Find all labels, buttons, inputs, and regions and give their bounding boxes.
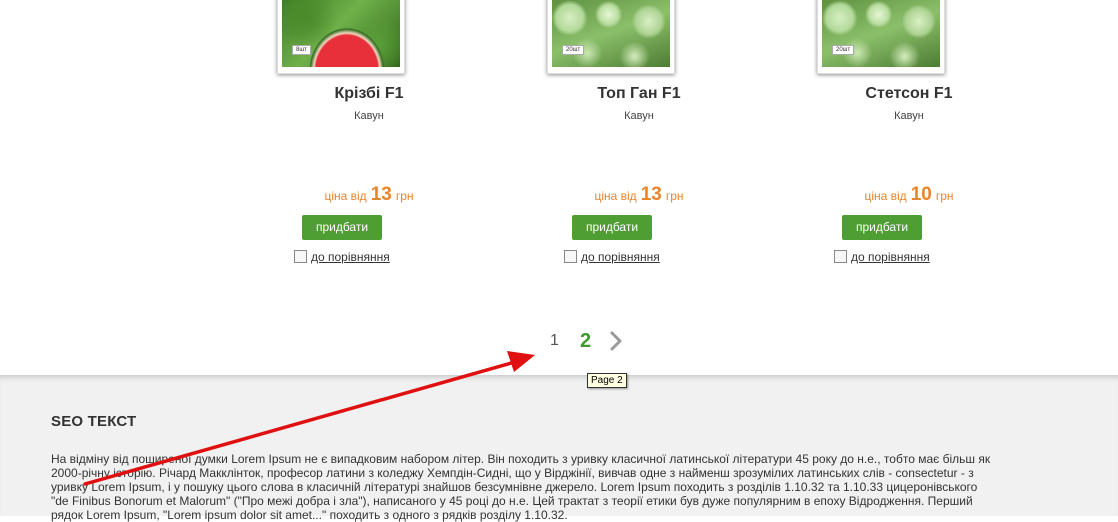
seo-text: На відміну від поширеної думки Lorem Ips…: [51, 452, 991, 522]
buy-button[interactable]: придбати: [842, 215, 922, 240]
product-name[interactable]: Крізбі F1: [234, 85, 504, 103]
price-prefix: ціна від: [324, 189, 367, 203]
compare-link[interactable]: до порівняння: [581, 250, 660, 264]
product-category: Кавун: [894, 110, 924, 122]
pagination: 1 2: [0, 328, 1118, 358]
price-prefix: ціна від: [594, 189, 637, 203]
product-card: 8шт Крізбі F1 Кавун ціна від 13 грн придба…: [234, 0, 504, 270]
page-link-1[interactable]: 1: [550, 332, 559, 350]
product-card: 20шт Топ Ган F1 Кавун ціна від 13 грн прид…: [504, 0, 774, 270]
compare-link[interactable]: до порівняння: [851, 250, 930, 264]
compare-toggle[interactable]: до порівняння: [294, 250, 390, 264]
compare-checkbox[interactable]: [294, 250, 307, 263]
pack-label: 20шт: [562, 45, 585, 55]
product-image[interactable]: 20шт: [547, 0, 675, 74]
pack-label: 8шт: [292, 45, 311, 55]
seo-section: SEO ТЕКСТ На відміну від поширеної думки…: [0, 375, 1118, 522]
compare-toggle[interactable]: до порівняння: [564, 250, 660, 264]
pack-label: 20шт: [832, 45, 855, 55]
price-currency: грн: [665, 189, 684, 203]
chevron-right-icon[interactable]: [607, 329, 627, 353]
price-value: 10: [910, 184, 932, 205]
product-image[interactable]: 20шт: [817, 0, 945, 74]
product-name[interactable]: Стетсон F1: [774, 85, 1044, 103]
product-category: Кавун: [354, 110, 384, 122]
price-value: 13: [370, 184, 392, 205]
seo-title: SEO ТЕКСТ: [51, 413, 137, 430]
cabbage-photo: 20шт: [822, 0, 940, 67]
product-name[interactable]: Топ Ган F1: [504, 85, 774, 103]
compare-toggle[interactable]: до порівняння: [834, 250, 930, 264]
product-price: ціна від 13 грн: [234, 184, 504, 206]
cabbage-photo: 20шт: [552, 0, 670, 67]
compare-link[interactable]: до порівняння: [311, 250, 390, 264]
price-currency: грн: [395, 189, 414, 203]
product-price: ціна від 13 грн: [504, 184, 774, 206]
watermelon-photo: 8шт: [282, 0, 400, 67]
buy-button[interactable]: придбати: [302, 215, 382, 240]
buy-button[interactable]: придбати: [572, 215, 652, 240]
page-tooltip: Page 2: [587, 373, 627, 388]
compare-checkbox[interactable]: [564, 250, 577, 263]
price-prefix: ціна від: [864, 189, 907, 203]
price-value: 13: [640, 184, 662, 205]
product-card: 20шт Стетсон F1 Кавун ціна від 10 грн прид…: [774, 0, 1044, 270]
product-price: ціна від 10 грн: [774, 184, 1044, 206]
page-link-2[interactable]: 2: [580, 330, 591, 353]
product-category: Кавун: [624, 110, 654, 122]
compare-checkbox[interactable]: [834, 250, 847, 263]
price-currency: грн: [935, 189, 954, 203]
product-image[interactable]: 8шт: [277, 0, 405, 74]
